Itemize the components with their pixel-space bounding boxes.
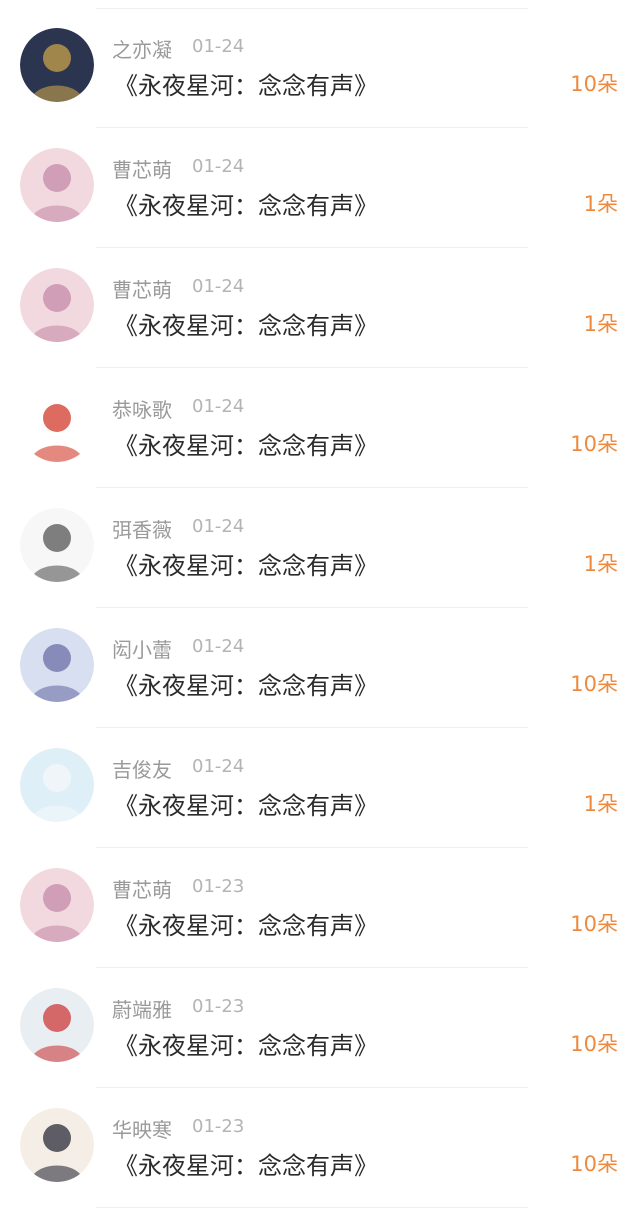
winter-girl-avatar-icon [20,628,94,702]
flower-amount: 1朵 [583,552,618,576]
user-name: 吉俊友 [112,758,172,782]
avatar[interactable] [20,988,94,1062]
flower-amount: 10朵 [570,672,618,696]
armored-warrior-avatar-icon [20,28,94,102]
avatar[interactable] [20,388,94,462]
record-date: 01-24 [192,396,245,417]
user-name: 曹芯萌 [112,278,172,302]
list-item[interactable]: 蔚端雅 01-23 《永夜星河：念念有声》 10朵 [0,968,640,1088]
work-title: 《永夜星河：念念有声》 [114,792,378,820]
user-name: 弭香薇 [112,518,172,542]
record-date: 01-24 [192,636,245,657]
list-item[interactable]: 恭咏歌 01-24 《永夜星河：念念有声》 10朵 [0,368,640,488]
user-name: 蔚端雅 [112,998,172,1022]
record-date: 01-24 [192,156,245,177]
list-item[interactable]: 吉俊友 01-24 《永夜星河：念念有声》 1朵 [0,728,640,848]
anime-girl-avatar-icon [20,268,94,342]
record-date: 01-23 [192,876,245,897]
flower-amount: 10朵 [570,72,618,96]
avatar[interactable] [20,628,94,702]
list-item[interactable]: 闳小蕾 01-24 《永夜星河：念念有声》 10朵 [0,608,640,728]
dark-hair-girl-avatar-icon [20,1108,94,1182]
flower-amount: 10朵 [570,1152,618,1176]
avatar[interactable] [20,508,94,582]
list-item[interactable]: 曹芯萌 01-24 《永夜星河：念念有声》 1朵 [0,248,640,368]
work-title: 《永夜星河：念念有声》 [114,552,378,580]
list-item[interactable]: 曹芯萌 01-23 《永夜星河：念念有声》 10朵 [0,848,640,968]
anime-girl-avatar-icon [20,148,94,222]
flower-amount: 10朵 [570,1032,618,1056]
record-date: 01-24 [192,36,245,57]
cartoon-meme-avatar-icon [20,388,94,462]
work-title: 《永夜星河：念念有声》 [114,432,378,460]
avatar[interactable] [20,1108,94,1182]
user-name: 闳小蕾 [112,638,172,662]
avatar[interactable] [20,748,94,822]
flower-amount: 1朵 [583,192,618,216]
user-name: 之亦凝 [112,38,172,62]
anime-girl-avatar-icon [20,868,94,942]
work-title: 《永夜星河：念念有声》 [114,1152,378,1180]
avatar[interactable] [20,148,94,222]
user-name: 曹芯萌 [112,158,172,182]
flower-amount: 1朵 [583,312,618,336]
work-title: 《永夜星河：念念有声》 [114,912,378,940]
work-title: 《永夜星河：念念有声》 [114,1032,378,1060]
avatar[interactable] [20,868,94,942]
list-item[interactable]: 华映寒 01-23 《永夜星河：念念有声》 10朵 [0,1088,640,1208]
sketch-boy-avatar-icon [20,508,94,582]
record-date: 01-24 [192,756,245,777]
record-date: 01-23 [192,996,245,1017]
record-date: 01-24 [192,276,245,297]
flower-amount: 1朵 [583,792,618,816]
user-name: 曹芯萌 [112,878,172,902]
record-date: 01-24 [192,516,245,537]
record-date: 01-23 [192,1116,245,1137]
avatar[interactable] [20,28,94,102]
list-item[interactable]: 弭香薇 01-24 《永夜星河：念念有声》 1朵 [0,488,640,608]
flower-amount: 10朵 [570,432,618,456]
work-title: 《永夜星河：念念有声》 [114,672,378,700]
list-item[interactable]: 曹芯萌 01-24 《永夜星河：念念有声》 1朵 [0,128,640,248]
work-title: 《永夜星河：念念有声》 [114,72,378,100]
user-name: 恭咏歌 [112,398,172,422]
user-name: 华映寒 [112,1118,172,1142]
list-item[interactable]: 之亦凝 01-24 《永夜星河：念念有声》 10朵 [0,8,640,128]
masked-person-avatar-icon [20,748,94,822]
child-photo-avatar-icon [20,988,94,1062]
avatar[interactable] [20,268,94,342]
work-title: 《永夜星河：念念有声》 [114,192,378,220]
work-title: 《永夜星河：念念有声》 [114,312,378,340]
flower-amount: 10朵 [570,912,618,936]
